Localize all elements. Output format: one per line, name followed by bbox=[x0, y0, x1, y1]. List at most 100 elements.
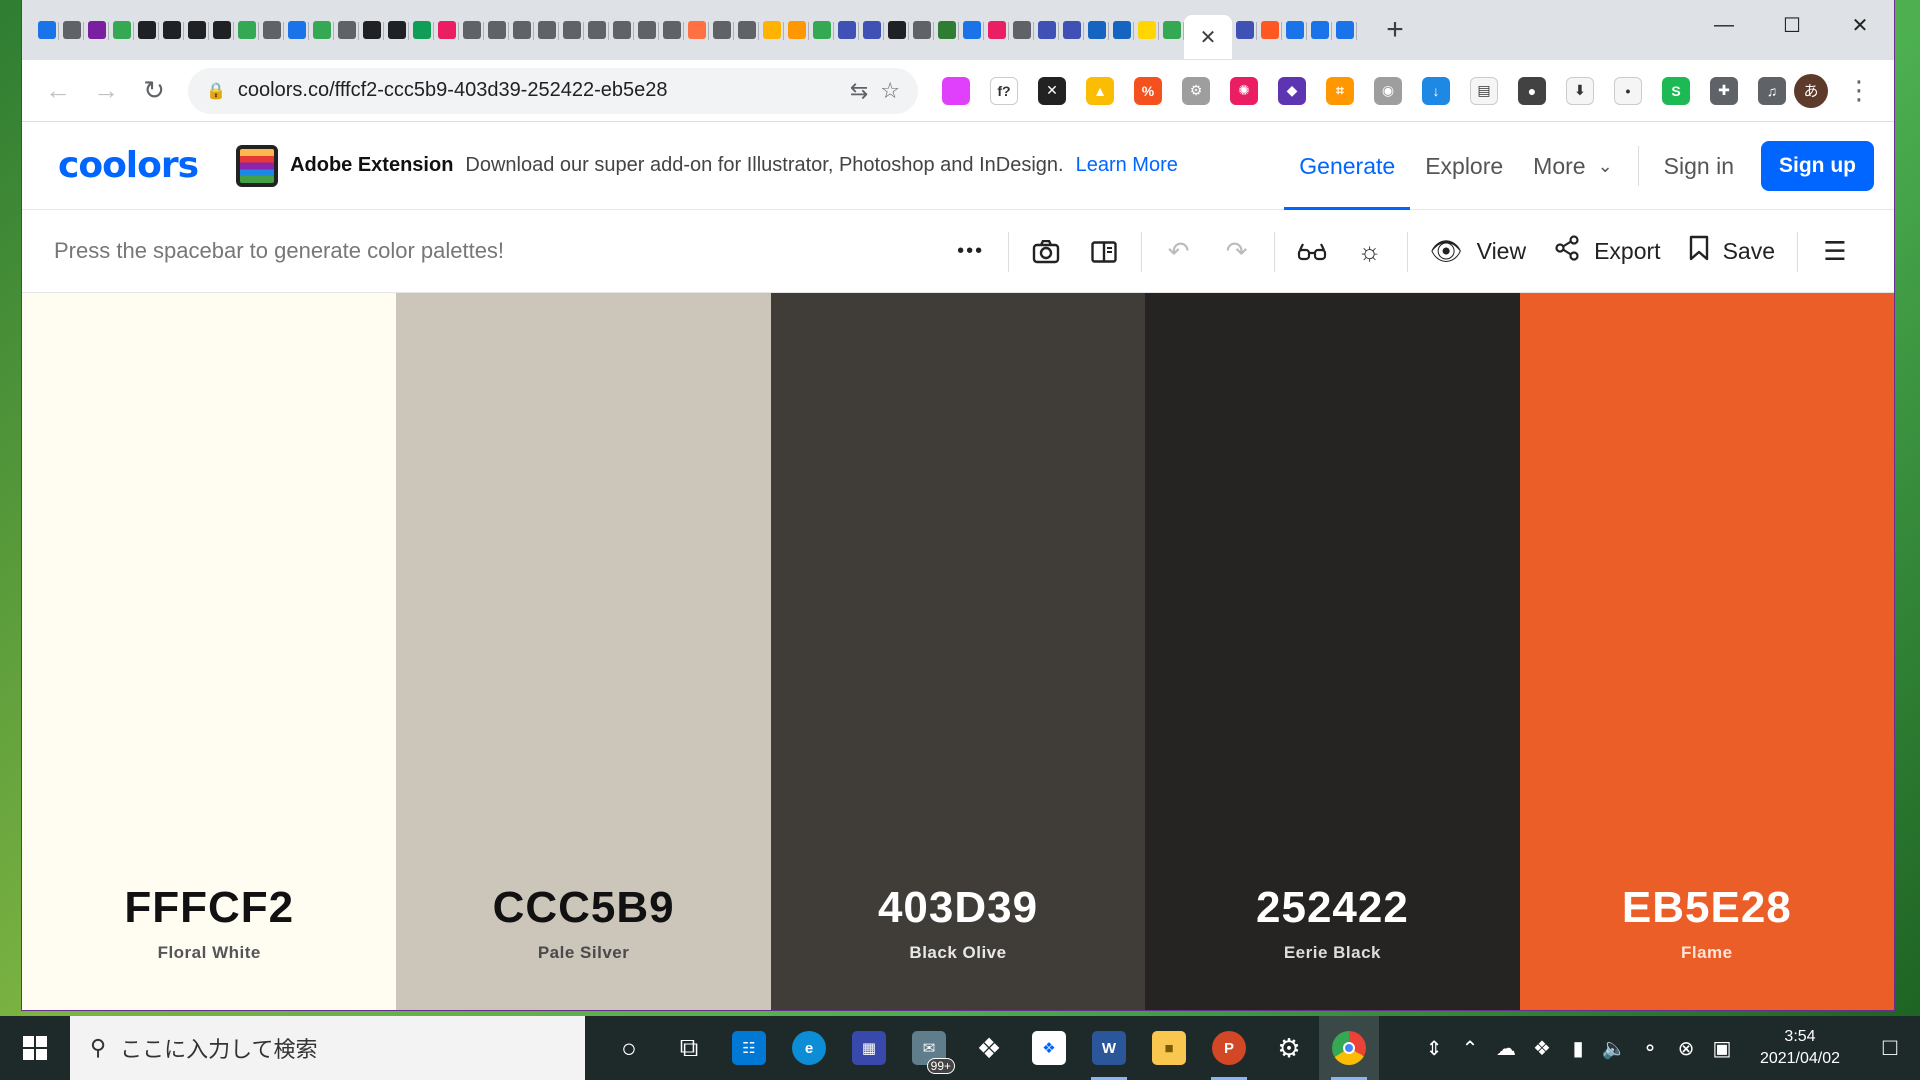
tab-favicon[interactable] bbox=[934, 10, 959, 50]
tab-favicon[interactable] bbox=[259, 10, 284, 50]
store-icon[interactable]: ☷ bbox=[719, 1016, 779, 1080]
translate-icon[interactable]: ⇆ bbox=[850, 78, 868, 104]
tab-favicon[interactable] bbox=[409, 10, 434, 50]
chrome-icon[interactable] bbox=[1319, 1016, 1379, 1080]
tab-favicon[interactable] bbox=[709, 10, 734, 50]
tab-active[interactable]: ✕ bbox=[1184, 15, 1232, 59]
windows-start-icon[interactable] bbox=[0, 1016, 70, 1080]
learn-more-link[interactable]: Learn More bbox=[1076, 154, 1178, 177]
volume-icon[interactable]: 🔈 bbox=[1596, 1036, 1632, 1061]
swatch-color-name[interactable]: Floral White bbox=[22, 943, 396, 963]
tab-favicon[interactable] bbox=[659, 10, 684, 50]
split-view-icon[interactable] bbox=[1075, 223, 1133, 281]
file-explorer-icon[interactable]: ■ bbox=[1139, 1016, 1199, 1080]
tab-favicon[interactable] bbox=[859, 10, 884, 50]
tray-scroll-icon[interactable]: ⇕ bbox=[1416, 1036, 1452, 1061]
swatch-hex-code[interactable]: CCC5B9 bbox=[396, 883, 770, 933]
tab-favicon[interactable] bbox=[59, 10, 84, 50]
tab-favicon[interactable] bbox=[434, 10, 459, 50]
tab-favicon[interactable] bbox=[1059, 10, 1084, 50]
tab-favicon[interactable] bbox=[1232, 10, 1257, 50]
save-button[interactable]: Save bbox=[1675, 235, 1789, 268]
puzzle-ext-icon[interactable]: ✚ bbox=[1710, 76, 1738, 105]
tab-favicon[interactable] bbox=[1009, 10, 1034, 50]
camera-icon[interactable] bbox=[1017, 223, 1075, 281]
sun-icon[interactable]: ☼ bbox=[1341, 223, 1399, 281]
calendar-app-icon[interactable]: ▦ bbox=[839, 1016, 899, 1080]
save-ext-icon[interactable]: ⬇ bbox=[1566, 76, 1594, 105]
tab-favicon[interactable] bbox=[384, 10, 409, 50]
tab-favicon[interactable] bbox=[759, 10, 784, 50]
dropbox-icon[interactable]: ❖ bbox=[959, 1016, 1019, 1080]
close-window-button[interactable]: ✕ bbox=[1826, 0, 1894, 50]
export-button[interactable]: Export bbox=[1540, 235, 1674, 268]
tab-favicon[interactable] bbox=[1034, 10, 1059, 50]
mail-icon[interactable]: ✉ 99+ bbox=[899, 1016, 959, 1080]
camera-ext-icon[interactable]: ◉ bbox=[1374, 76, 1402, 105]
profile-avatar[interactable]: あ bbox=[1794, 73, 1828, 108]
record-ext-icon[interactable]: • bbox=[1614, 76, 1642, 105]
forward-button[interactable]: → bbox=[82, 67, 130, 115]
color-swatch[interactable]: CCC5B9 Pale Silver bbox=[396, 293, 771, 1010]
ime-icon[interactable]: ▣ bbox=[1704, 1036, 1740, 1061]
nav-more[interactable]: More ⌄ bbox=[1518, 122, 1628, 210]
url-text[interactable]: coolors.co/fffcf2-ccc5b9-403d39-252422-e… bbox=[238, 79, 838, 102]
sign-in-link[interactable]: Sign in bbox=[1649, 122, 1749, 210]
swatch-hex-code[interactable]: EB5E28 bbox=[1520, 883, 1894, 933]
tab-favicon[interactable] bbox=[1257, 10, 1282, 50]
playlist-ext-icon[interactable]: ♫ bbox=[1758, 76, 1786, 105]
tab-favicon[interactable] bbox=[134, 10, 159, 50]
view-button[interactable]: 👁 View bbox=[1416, 236, 1540, 267]
font-ext-icon[interactable]: f? bbox=[990, 76, 1018, 105]
swatch-hex-code[interactable]: 252422 bbox=[1145, 883, 1519, 933]
tab-favicon[interactable] bbox=[184, 10, 209, 50]
color-swatch[interactable]: FFFCF2 Floral White bbox=[22, 293, 397, 1010]
bookmark-star-icon[interactable]: ☆ bbox=[880, 78, 900, 104]
tab-favicon[interactable] bbox=[1307, 10, 1332, 50]
maximize-button[interactable]: ☐ bbox=[1758, 0, 1826, 50]
tab-favicon[interactable] bbox=[1332, 10, 1357, 50]
x-ext-icon[interactable]: ✕ bbox=[1038, 76, 1066, 105]
color-swatch[interactable]: 252422 Eerie Black bbox=[1145, 293, 1520, 1010]
tab-favicon[interactable] bbox=[309, 10, 334, 50]
tab-favicon[interactable] bbox=[834, 10, 859, 50]
download-ext-icon[interactable]: ↓ bbox=[1422, 76, 1450, 105]
color-wheel-ext-icon[interactable]: ✺ bbox=[1230, 76, 1258, 105]
word-icon[interactable]: W bbox=[1079, 1016, 1139, 1080]
undo-icon[interactable]: ↶ bbox=[1150, 223, 1208, 281]
swatch-color-name[interactable]: Flame bbox=[1520, 943, 1894, 963]
tab-favicon[interactable] bbox=[784, 10, 809, 50]
tab-favicon[interactable] bbox=[584, 10, 609, 50]
tab-favicon[interactable] bbox=[809, 10, 834, 50]
coolors-logo[interactable]: coolors bbox=[58, 145, 199, 186]
nav-generate[interactable]: Generate bbox=[1284, 122, 1411, 210]
more-options-icon[interactable]: ••• bbox=[942, 223, 1000, 281]
tab-favicon[interactable] bbox=[459, 10, 484, 50]
settings-icon[interactable]: ⚙ bbox=[1259, 1016, 1319, 1080]
nav-explore[interactable]: Explore bbox=[1410, 122, 1518, 210]
powerpoint-icon[interactable]: P bbox=[1199, 1016, 1259, 1080]
tab-favicon[interactable] bbox=[484, 10, 509, 50]
back-button[interactable]: ← bbox=[34, 67, 82, 115]
wifi-icon[interactable]: ⚬ bbox=[1632, 1036, 1668, 1061]
address-bar[interactable]: 🔒 coolors.co/fffcf2-ccc5b9-403d39-252422… bbox=[188, 67, 918, 114]
swatch-color-name[interactable]: Eerie Black bbox=[1145, 943, 1519, 963]
tab-favicon[interactable] bbox=[509, 10, 534, 50]
tab-favicon[interactable] bbox=[609, 10, 634, 50]
close-tab-icon[interactable]: ✕ bbox=[1200, 25, 1217, 50]
color-swatch[interactable]: 403D39 Black Olive bbox=[770, 293, 1146, 1010]
tab-favicon[interactable] bbox=[684, 10, 709, 50]
cube-ext-icon[interactable]: ◆ bbox=[1278, 76, 1306, 105]
crop-ext-icon[interactable]: ⌗ bbox=[1326, 76, 1354, 105]
tab-favicon[interactable] bbox=[734, 10, 759, 50]
cortana-icon[interactable]: ○ bbox=[599, 1016, 659, 1080]
swatch-color-name[interactable]: Pale Silver bbox=[396, 943, 770, 963]
glasses-icon[interactable] bbox=[1283, 223, 1341, 281]
taskbar-search[interactable]: ⚲ ここに入力して検索 bbox=[70, 1016, 585, 1080]
tab-favicon[interactable] bbox=[109, 10, 134, 50]
swatch-hex-code[interactable]: 403D39 bbox=[771, 883, 1145, 933]
tab-favicon[interactable] bbox=[359, 10, 384, 50]
tab-favicon[interactable] bbox=[984, 10, 1009, 50]
dropbox-app-icon[interactable]: ❖ bbox=[1019, 1016, 1079, 1080]
tab-favicon[interactable] bbox=[234, 10, 259, 50]
